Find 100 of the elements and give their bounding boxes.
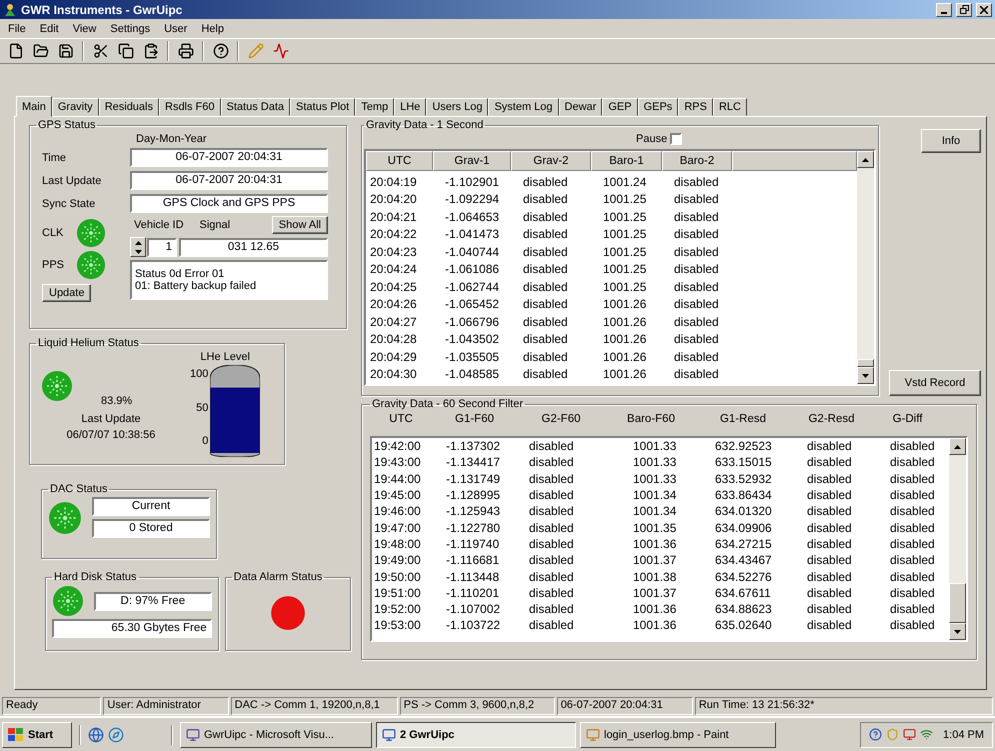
table-cell-text: 20:04:26 <box>369 297 418 312</box>
text-field[interactable]: D: 97% Free <box>94 592 212 610</box>
start-button[interactable]: Start <box>2 722 72 748</box>
vehicle-id-field[interactable]: 1 <box>147 238 177 256</box>
tab[interactable]: Residuals <box>98 98 159 116</box>
table-cell-text: 1001.37 <box>632 553 678 568</box>
table-cell-text: 634.09906 <box>714 520 773 535</box>
menu-item[interactable]: File <box>2 22 32 36</box>
tab[interactable]: RPS <box>678 98 713 116</box>
table-cell-text: -1.062744 <box>444 280 500 294</box>
scroll-down-button[interactable] <box>949 623 966 640</box>
scroll-up-icon[interactable] <box>954 444 961 448</box>
menu-item[interactable]: Edit <box>34 22 65 36</box>
led-label: PPS <box>42 259 66 271</box>
tab[interactable]: Temp <box>355 98 394 116</box>
restore-button[interactable] <box>956 2 972 16</box>
text-field[interactable]: 65.30 Gbytes Free <box>52 619 212 638</box>
tab[interactable]: Main <box>16 96 52 117</box>
tab[interactable]: LHe <box>394 98 426 116</box>
scroll-up-icon[interactable] <box>862 158 869 162</box>
menu-item[interactable]: View <box>66 22 102 36</box>
text-field[interactable]: 0 Stored <box>92 519 210 538</box>
scrollbar[interactable] <box>857 151 874 384</box>
spin-buttons[interactable] <box>130 237 146 257</box>
minimize-button[interactable] <box>936 2 952 16</box>
tab[interactable]: Dewar <box>558 98 602 116</box>
table-cell-text: disabled <box>522 262 569 276</box>
scroll-thumb[interactable] <box>857 359 874 367</box>
scroll-down-icon[interactable] <box>134 250 142 254</box>
vstd-record-button[interactable]: Vstd Record <box>889 370 981 396</box>
tab[interactable]: Rsdls F60 <box>159 98 221 116</box>
gauge-title: LHe Level <box>200 351 250 363</box>
scrollbar[interactable] <box>949 438 966 640</box>
column-header[interactable]: Grav-1 <box>433 151 511 171</box>
text-field[interactable]: 06-07-2007 20:04:31 <box>130 148 328 167</box>
scroll-up-button[interactable] <box>857 151 874 168</box>
table-cell-text: 19:42:00 <box>373 439 422 454</box>
menu-item[interactable]: User <box>158 22 194 36</box>
table-cell-text: disabled <box>889 586 936 600</box>
close-button[interactable] <box>976 2 992 16</box>
column-header[interactable]: UTC <box>366 151 433 171</box>
table-cell-text: disabled <box>528 504 575 518</box>
table-cell-text: 20:04:28 <box>369 332 418 346</box>
field-label: Last Update <box>42 174 102 186</box>
browser-icon[interactable] <box>88 726 104 742</box>
taskbar-button[interactable]: login_userlog.bmp - Paint <box>580 722 776 748</box>
table-cell-text: 20:04:25 <box>369 280 418 294</box>
table-cell-text: disabled <box>522 350 569 364</box>
table-cell-text: disabled <box>806 455 853 470</box>
clock: 1:04 PM <box>943 728 984 740</box>
tab[interactable]: Gravity <box>52 98 99 116</box>
table-cell-text: 634.43467 <box>714 553 773 568</box>
tab[interactable]: GEP <box>602 98 638 116</box>
table-cell-text: disabled <box>528 439 575 454</box>
show-all-button[interactable]: Show All <box>272 216 328 234</box>
scroll-down-icon[interactable] <box>954 630 961 634</box>
help-icon[interactable] <box>869 728 882 741</box>
pause-checkbox[interactable] <box>670 133 682 145</box>
text-field[interactable]: GPS Clock and GPS PPS <box>130 194 328 213</box>
scroll-down-icon[interactable] <box>862 374 869 378</box>
scroll-down-button[interactable] <box>857 367 874 384</box>
scroll-up-icon[interactable] <box>134 240 142 244</box>
text-field[interactable]: Current <box>92 497 210 516</box>
tab[interactable]: RLC <box>712 98 747 116</box>
tab[interactable]: System Log <box>488 98 559 116</box>
info-button[interactable]: Info <box>921 129 981 153</box>
menu-item[interactable]: Settings <box>104 22 156 36</box>
taskbar-button[interactable]: GwrUipc - Microsoft Visu... <box>180 722 372 748</box>
group-title: Gravity Data - 60 Second Filter <box>371 398 524 410</box>
column-header[interactable]: Baro-1 <box>591 151 662 171</box>
tab[interactable]: Users Log <box>426 98 488 116</box>
column-header[interactable]: Baro-2 <box>662 151 732 171</box>
column-header[interactable]: Grav-2 <box>511 151 591 171</box>
table-cell-text: -1.040744 <box>444 244 500 259</box>
monitor-icon[interactable] <box>903 728 916 741</box>
tab[interactable]: Status Data <box>220 98 290 116</box>
table-cell-text: 19:50:00 <box>373 570 422 584</box>
table-cell-text: -1.092294 <box>444 192 500 206</box>
table-cell-text: 634.52276 <box>714 570 773 584</box>
tab[interactable]: Status Plot <box>290 98 356 116</box>
signal-field[interactable]: 031 12.65 <box>179 238 328 256</box>
scroll-thumb[interactable] <box>949 583 966 623</box>
vehicle-id-label: Vehicle ID <box>134 219 184 231</box>
menu-item[interactable]: Help <box>195 22 230 36</box>
text-field[interactable]: 06-07-2007 20:04:31 <box>130 171 328 190</box>
table-cell-text: disabled <box>528 455 575 470</box>
taskbar-button[interactable]: 2 GwrUipc <box>376 722 576 748</box>
scroll-up-button[interactable] <box>949 438 966 455</box>
update-button[interactable]: Update <box>42 284 92 302</box>
status-text: Ready <box>2 697 102 715</box>
table-cell-text: -1.064653 <box>444 210 500 224</box>
helium-percent: 83.9% <box>101 395 132 407</box>
status-text: PS -> Comm 3, 9600,n,8,2 <box>400 697 555 715</box>
tab[interactable]: GEPs <box>638 98 678 116</box>
table-cell-text: 20:04:22 <box>369 227 418 242</box>
table-cell-text: 19:53:00 <box>373 618 422 632</box>
compass-icon[interactable] <box>108 726 124 742</box>
table-cell-text: -1.043502 <box>444 332 500 346</box>
table-cell-text: 634.88623 <box>714 602 773 616</box>
led-label: CLK <box>42 227 64 239</box>
